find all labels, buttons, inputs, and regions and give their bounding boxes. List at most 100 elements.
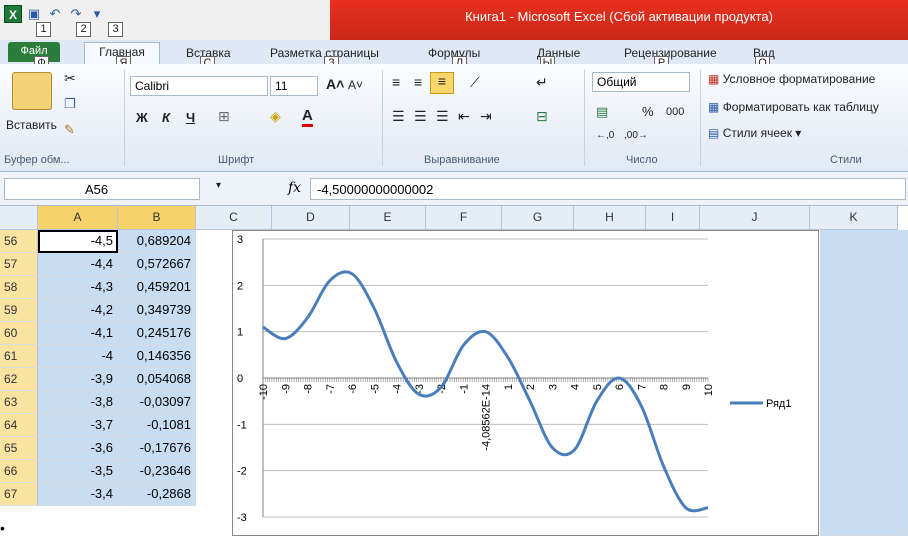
conditional-formatting-button[interactable]: ▦ Условное форматирование: [708, 72, 908, 86]
thousands-button[interactable]: 000: [666, 106, 684, 118]
name-box-dropdown-icon[interactable]: ▾: [216, 180, 221, 191]
cell-a[interactable]: -3,5: [38, 460, 118, 483]
cell-b[interactable]: 0,689204: [118, 230, 196, 253]
row-header[interactable]: 67: [0, 483, 38, 506]
wrap-text-icon[interactable]: ↵: [536, 74, 548, 91]
borders-icon[interactable]: ⊞: [218, 108, 230, 125]
cell-styles-button[interactable]: ▤ Стили ячеек ▾: [708, 126, 908, 140]
y-tick-label: -2: [237, 466, 247, 478]
decrease-decimal-icon[interactable]: ,00→: [624, 130, 648, 141]
x-tick-label: -4: [392, 384, 404, 394]
column-header-c[interactable]: C: [196, 206, 272, 230]
decrease-indent-icon[interactable]: ⇤: [458, 108, 470, 125]
font-color-icon[interactable]: A: [302, 108, 313, 127]
column-header-f[interactable]: F: [426, 206, 502, 230]
column-header-h[interactable]: H: [574, 206, 646, 230]
italic-button[interactable]: К: [162, 110, 170, 125]
underline-button[interactable]: Ч: [186, 110, 195, 125]
align-top-icon[interactable]: ≡: [392, 74, 400, 90]
ribbon-separator: [382, 70, 383, 166]
cell-b[interactable]: 0,572667: [118, 253, 196, 276]
increase-indent-icon[interactable]: ⇥: [480, 108, 492, 125]
x-tick-label: -1: [458, 384, 470, 394]
format-as-table-button[interactable]: ▦ Форматировать как таблицу: [708, 100, 908, 114]
column-header-k[interactable]: K: [810, 206, 898, 230]
cell-b[interactable]: 0,349739: [118, 299, 196, 322]
fx-label[interactable]: fx: [288, 180, 301, 196]
row-header[interactable]: 60: [0, 322, 38, 345]
copy-icon[interactable]: ❐: [64, 96, 76, 112]
customize-qat-icon[interactable]: ▾: [88, 5, 106, 23]
orientation-icon[interactable]: ⟋: [470, 74, 480, 91]
cell-a[interactable]: -4: [38, 345, 118, 368]
fill-color-icon[interactable]: ◈: [270, 108, 281, 125]
x-tick-label: 10: [703, 384, 715, 396]
formula-input[interactable]: -4,50000000000002: [310, 178, 906, 200]
align-center-icon[interactable]: ☰: [414, 108, 427, 125]
cell-b[interactable]: -0,1081: [118, 414, 196, 437]
align-left-icon[interactable]: ☰: [392, 108, 405, 125]
line-chart[interactable]: 3 2 1 0 -1 -2 -3 -10 -9 -8 -7 -6 -5 -4 -3 -2 -1 -4,08562E…: [232, 230, 819, 536]
cell-a[interactable]: -4,3: [38, 276, 118, 299]
column-header-d[interactable]: D: [272, 206, 350, 230]
font-size-dropdown[interactable]: 11: [270, 76, 318, 96]
row-header[interactable]: 61: [0, 345, 38, 368]
cut-icon[interactable]: ✂: [64, 70, 76, 87]
cell-b[interactable]: 0,459201: [118, 276, 196, 299]
cell-a[interactable]: -3,6: [38, 437, 118, 460]
row-header[interactable]: 65: [0, 437, 38, 460]
column-header-a[interactable]: A: [38, 206, 118, 230]
format-painter-icon[interactable]: ✎: [64, 122, 75, 138]
cell-a[interactable]: -4,2: [38, 299, 118, 322]
cell-b[interactable]: -0,03097: [118, 391, 196, 414]
column-header-b[interactable]: B: [118, 206, 196, 230]
selected-range-column-k[interactable]: [820, 230, 908, 536]
increase-decimal-icon[interactable]: ←,0: [596, 130, 614, 141]
align-right-icon[interactable]: ☰: [436, 108, 449, 125]
column-header-g[interactable]: G: [502, 206, 574, 230]
row-header[interactable]: 57: [0, 253, 38, 276]
merge-center-icon[interactable]: ⊟: [536, 108, 548, 125]
column-header-i[interactable]: I: [646, 206, 700, 230]
shrink-font-icon[interactable]: A˅: [348, 78, 363, 92]
undo-icon[interactable]: ↶: [46, 5, 64, 23]
align-middle-icon[interactable]: ≡: [414, 74, 422, 90]
cell-a[interactable]: -3,9: [38, 368, 118, 391]
cell-a[interactable]: -3,8: [38, 391, 118, 414]
align-bottom-icon[interactable]: ≡: [430, 72, 454, 94]
column-header-j[interactable]: J: [700, 206, 810, 230]
cell-b[interactable]: 0,146356: [118, 345, 196, 368]
cell-b[interactable]: -0,17676: [118, 437, 196, 460]
cell-a[interactable]: -3,7: [38, 414, 118, 437]
paste-icon[interactable]: [12, 72, 52, 110]
cell-b[interactable]: 0,245176: [118, 322, 196, 345]
select-all-corner[interactable]: [0, 206, 38, 230]
redo-icon[interactable]: ↷: [67, 5, 85, 23]
save-icon[interactable]: ▣: [25, 5, 43, 23]
row-header[interactable]: 56: [0, 230, 38, 253]
grow-font-icon[interactable]: A˄: [326, 76, 344, 92]
cell-a[interactable]: -4,4: [38, 253, 118, 276]
row-header[interactable]: 66: [0, 460, 38, 483]
cell-b[interactable]: -0,23646: [118, 460, 196, 483]
paste-button[interactable]: Вставить: [6, 118, 57, 132]
tab-review[interactable]: Рецензирование: [624, 46, 717, 60]
row-header[interactable]: 63: [0, 391, 38, 414]
row-header[interactable]: 59: [0, 299, 38, 322]
excel-logo-icon[interactable]: X: [4, 5, 22, 23]
font-name-dropdown[interactable]: Calibri: [130, 76, 268, 96]
row-header[interactable]: 64: [0, 414, 38, 437]
bold-button[interactable]: Ж: [136, 110, 148, 125]
number-format-dropdown[interactable]: Общий: [592, 72, 690, 92]
currency-icon[interactable]: ▤: [596, 104, 608, 120]
name-box[interactable]: A56: [4, 178, 200, 200]
row-header[interactable]: 62: [0, 368, 38, 391]
percent-button[interactable]: %: [642, 104, 654, 119]
row-header[interactable]: 58: [0, 276, 38, 299]
column-header-e[interactable]: E: [350, 206, 426, 230]
cell-b[interactable]: 0,054068: [118, 368, 196, 391]
cell-a[interactable]: -4,5: [38, 230, 118, 253]
cell-a[interactable]: -3,4: [38, 483, 118, 506]
cell-b[interactable]: -0,2868: [118, 483, 196, 506]
cell-a[interactable]: -4,1: [38, 322, 118, 345]
